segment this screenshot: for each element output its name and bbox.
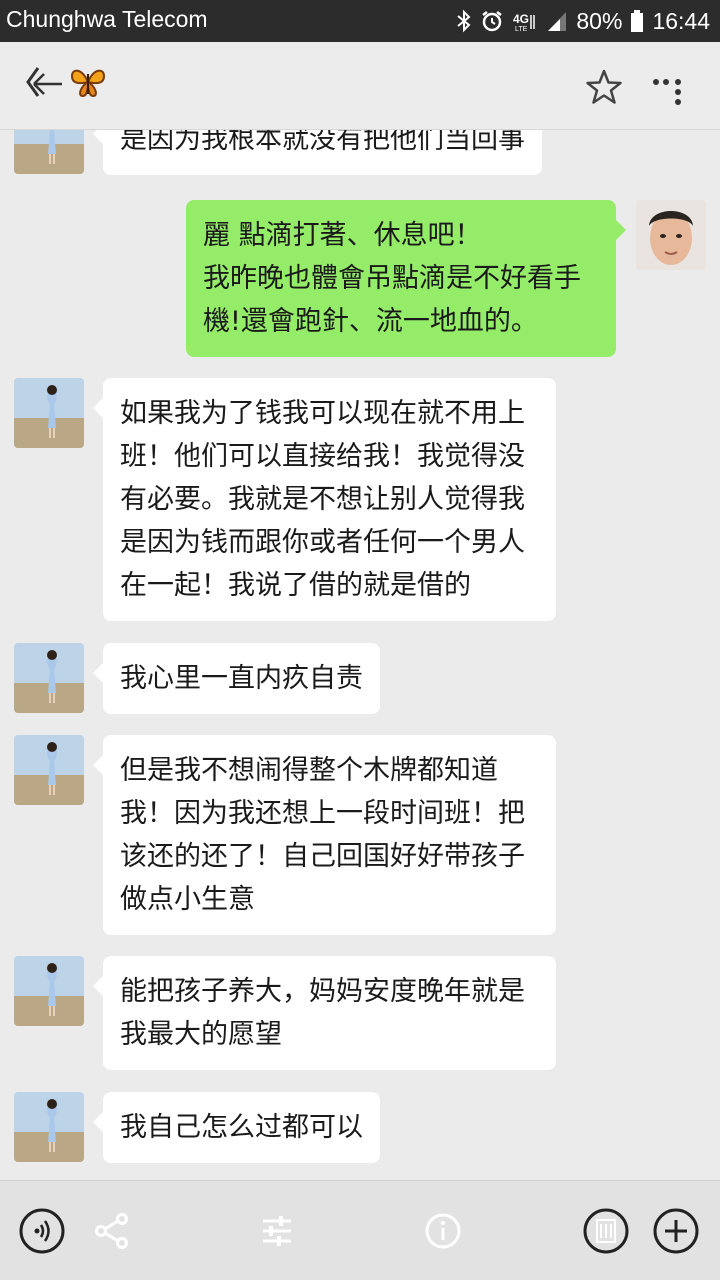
outgoing-message[interactable]: 麗 點滴打著、休息吧！ 我昨晚也體會吊點滴是不好看手 機!還會跑針、流一地血的。 <box>186 200 626 357</box>
incoming-message[interactable]: 我自己怎么过都可以 <box>93 1092 380 1163</box>
message-row: 是因为我根本就没有把他们当回事 <box>0 130 720 204</box>
contact-avatar[interactable] <box>14 378 84 448</box>
contact-avatar[interactable] <box>14 643 84 713</box>
battery-icon <box>630 9 644 33</box>
battery-percent: 80% <box>576 7 623 34</box>
bottom-toolbar <box>0 1180 720 1280</box>
chat-area[interactable]: 是因为我根本就没有把他们当回事 麗 點滴打著、休息吧！ 我昨晚也體會吊點滴是不好… <box>0 130 720 1180</box>
star-icon[interactable] <box>582 66 626 110</box>
butterfly-emoji <box>68 62 108 102</box>
incoming-message[interactable]: 能把孩子养大，妈妈安度晚年就是 我最大的愿望 <box>93 956 556 1070</box>
contact-avatar[interactable] <box>14 956 84 1026</box>
contact-avatar[interactable] <box>14 1092 84 1162</box>
incoming-message[interactable]: 是因为我根本就没有把他们当回事 <box>93 130 542 175</box>
alarm-icon <box>480 9 504 33</box>
incoming-message[interactable]: 如果我为了钱我可以现在就不用上 班！他们可以直接给我！我觉得没 有必要。我就是不… <box>93 378 556 621</box>
back-arrow-icon[interactable] <box>24 62 68 106</box>
message-row: 我自己怎么过都可以 <box>0 1092 720 1164</box>
status-bar: Chunghwa Telecom 4G LTE 80% 16:44 <box>0 0 720 42</box>
signal-icon <box>546 9 568 33</box>
carrier-label: Chunghwa Telecom <box>6 6 208 32</box>
svg-text:4G: 4G <box>513 12 529 26</box>
delete-icon[interactable] <box>578 1203 634 1259</box>
message-row: 如果我为了钱我可以现在就不用上 班！他们可以直接给我！我觉得没 有必要。我就是不… <box>0 378 720 623</box>
info-icon[interactable] <box>415 1203 471 1259</box>
message-row: 能把孩子养大，妈妈安度晚年就是 我最大的愿望 <box>0 956 720 1071</box>
status-icons: 4G LTE 80% 16:44 <box>456 5 710 37</box>
bluetooth-icon <box>456 9 472 33</box>
incoming-message[interactable]: 我心里一直内疚自责 <box>93 643 380 714</box>
voice-icon[interactable] <box>14 1203 70 1259</box>
message-row: 但是我不想闹得整个木牌都知道 我！因为我还想上一段时间班！把 该还的还了！自己回… <box>0 735 720 935</box>
network-4g-icon: 4G LTE <box>512 9 538 33</box>
svg-text:LTE: LTE <box>515 26 528 33</box>
contact-avatar[interactable] <box>14 735 84 805</box>
message-row: 麗 點滴打著、休息吧！ 我昨晚也體會吊點滴是不好看手 機!還會跑針、流一地血的。 <box>0 200 720 360</box>
clock: 16:44 <box>652 7 710 34</box>
adjust-icon[interactable] <box>249 1203 305 1259</box>
message-row: 我心里一直内疚自责 <box>0 643 720 715</box>
chat-header <box>0 42 720 130</box>
self-avatar[interactable] <box>636 200 706 270</box>
share-icon[interactable] <box>84 1203 140 1259</box>
add-icon[interactable] <box>648 1203 704 1259</box>
incoming-message[interactable]: 但是我不想闹得整个木牌都知道 我！因为我还想上一段时间班！把 该还的还了！自己回… <box>93 735 556 935</box>
more-icon[interactable] <box>650 66 694 110</box>
contact-avatar[interactable] <box>14 130 84 174</box>
